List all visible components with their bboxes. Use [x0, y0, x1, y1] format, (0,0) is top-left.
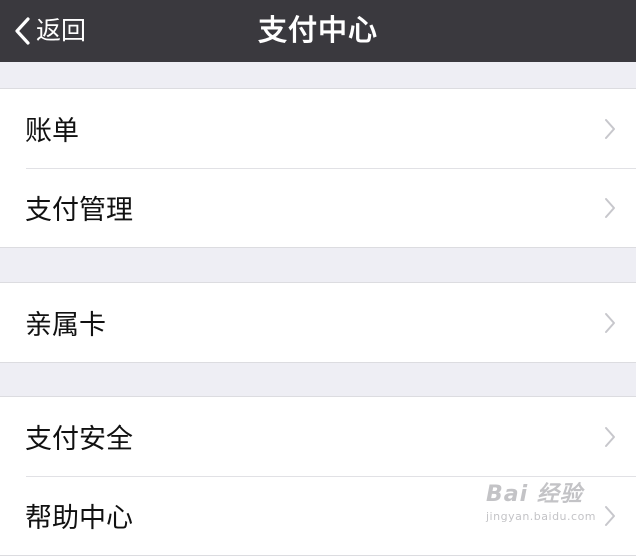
menu-group-2: 亲属卡	[0, 282, 636, 363]
back-label: 返回	[36, 16, 87, 45]
chevron-right-icon	[604, 505, 616, 527]
chevron-right-icon	[604, 426, 616, 448]
menu-group-1: 账单 支付管理	[0, 88, 636, 248]
menu-item-family-card[interactable]: 亲属卡	[0, 283, 636, 362]
page-title: 支付中心	[257, 13, 378, 47]
menu-item-label: 支付管理	[25, 195, 133, 226]
menu-item-payment-security[interactable]: 支付安全	[0, 397, 636, 476]
chevron-left-icon	[12, 16, 32, 46]
menu-item-label: 支付安全	[25, 424, 133, 455]
menu-item-label: 亲属卡	[25, 310, 106, 341]
navigation-bar: 返回 支付中心	[0, 0, 636, 62]
menu-item-payment-management[interactable]: 支付管理	[0, 168, 636, 247]
chevron-right-icon	[604, 197, 616, 219]
back-button[interactable]: 返回	[12, 0, 86, 62]
menu-item-label: 账单	[25, 116, 79, 147]
menu-item-label: 帮助中心	[25, 503, 133, 534]
menu-item-bill[interactable]: 账单	[0, 89, 636, 168]
chevron-right-icon	[604, 118, 616, 140]
chevron-right-icon	[604, 312, 616, 334]
menu-item-help-center[interactable]: 帮助中心	[0, 476, 636, 555]
menu-group-3: 支付安全 帮助中心	[0, 396, 636, 556]
